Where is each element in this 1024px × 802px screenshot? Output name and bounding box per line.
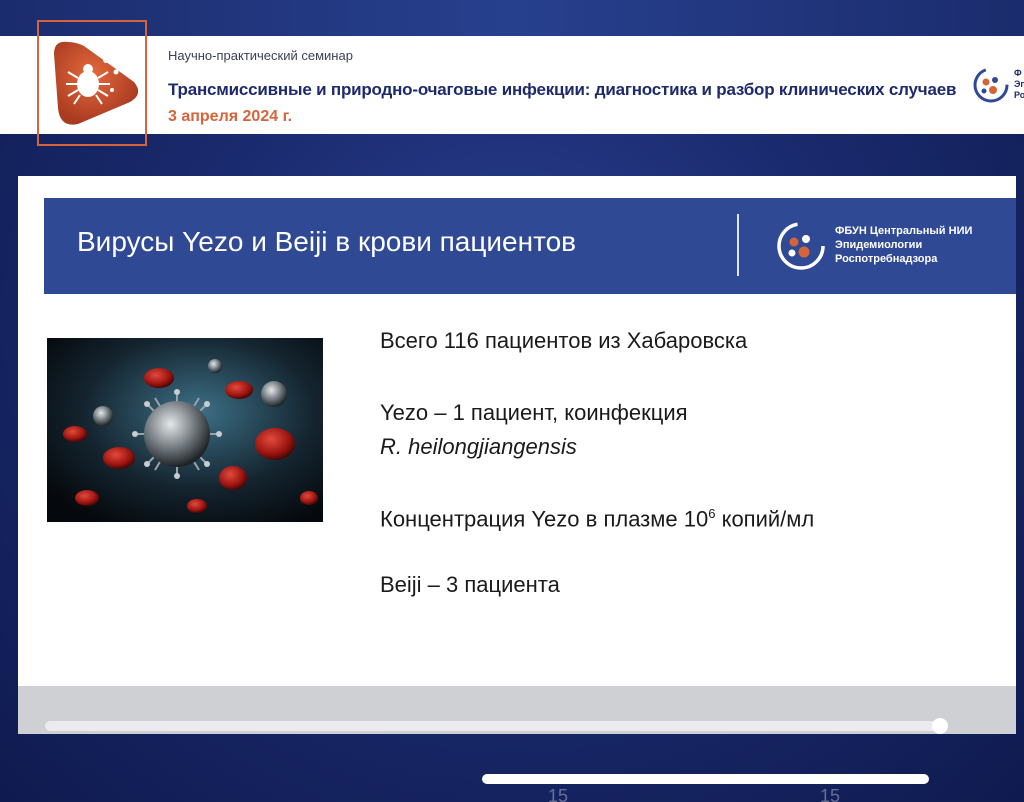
- video-progress-bar[interactable]: [45, 721, 943, 731]
- home-indicator[interactable]: [482, 774, 929, 784]
- skip-forward-button[interactable]: 15: [820, 786, 840, 802]
- concentration-text: Концентрация Yezo в плазме 106 копий/мл: [380, 506, 815, 532]
- seminar-subtitle: Научно-практический семинар: [168, 48, 353, 63]
- slide-title: Вирусы Yezo и Beiji в крови пациентов: [77, 226, 577, 257]
- yezo-patients-text: Yezo – 1 пациент, коинфекция: [380, 400, 688, 425]
- top-background-strip: [0, 0, 1024, 36]
- total-patients-text: Всего 116 пациентов из Хабаровска: [380, 328, 748, 353]
- band-divider: [737, 214, 739, 276]
- institute-logo-icon: [777, 222, 825, 270]
- institute-name: ФБУН Центральный НИИ Эпидемиологии Роспо…: [835, 225, 973, 265]
- slide-title-band: Вирусы Yezo и Beiji в крови пациентов ФБ…: [44, 198, 1016, 294]
- pathogen-name: R. heilongjiangensis: [380, 434, 577, 459]
- seminar-title: Трансмиссивные и природно-очаговые инфек…: [168, 80, 957, 99]
- corner-org-text: Ф Эп Ро: [1014, 68, 1024, 100]
- virus-illustration: [47, 338, 323, 522]
- skip-back-button[interactable]: 15: [548, 786, 568, 802]
- beiji-patients-text: Beiji – 3 пациента: [380, 572, 560, 597]
- tick-logo-icon: [54, 41, 139, 125]
- progress-handle[interactable]: [932, 718, 948, 734]
- seminar-date: 3 апреля 2024 г.: [168, 108, 293, 125]
- presentation-slide: Вирусы Yezo и Beiji в крови пациентов ФБ…: [18, 176, 1016, 734]
- institute-logo-icon: [973, 67, 1009, 103]
